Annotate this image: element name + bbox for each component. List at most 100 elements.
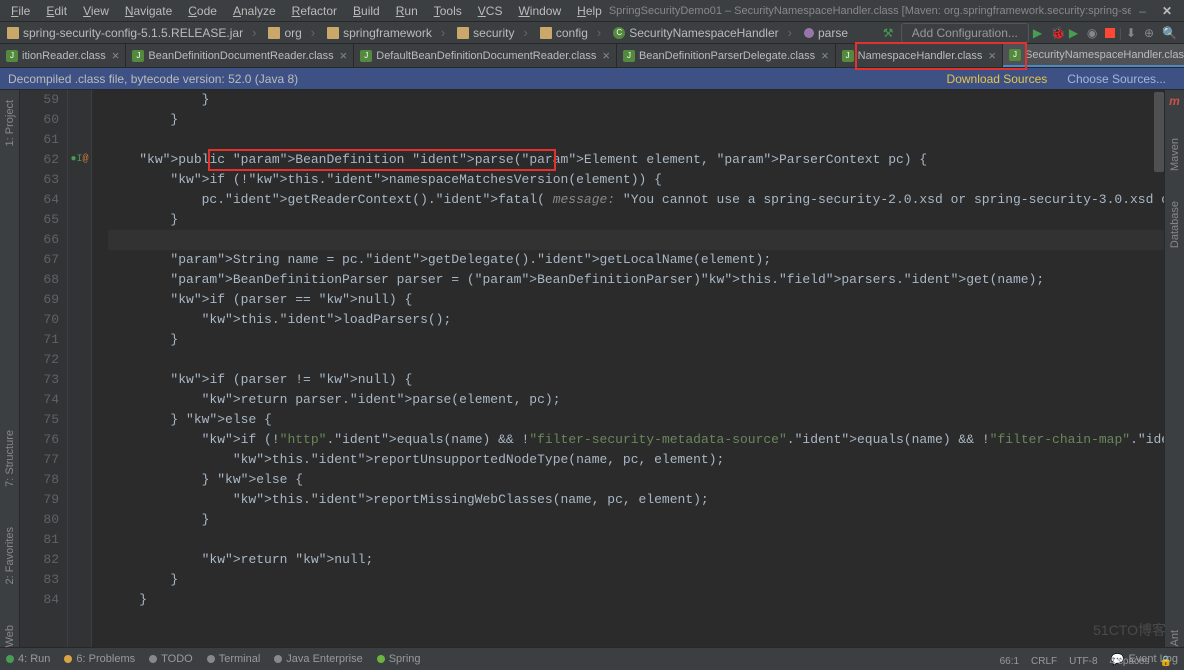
tab-beandefinitionparserdelegate-class[interactable]: JBeanDefinitionParserDelegate.class× (617, 44, 836, 67)
code-content[interactable]: } } "kw">public "param">BeanDefinition "… (92, 90, 1164, 647)
ant-tool-button[interactable]: Ant (1169, 630, 1181, 647)
code-line[interactable]: "kw">if (!"kw">this."ident">namespaceMat… (108, 170, 1164, 190)
menu-code[interactable]: Code (181, 2, 224, 20)
override-icon[interactable]: @ (83, 150, 89, 170)
code-line[interactable]: } (108, 90, 1164, 110)
profile-icon[interactable]: ◉ (1087, 26, 1101, 40)
tab-close-icon[interactable]: × (600, 48, 610, 63)
select-target-icon[interactable]: ⊕ (1144, 26, 1158, 40)
menu-file[interactable]: File (4, 2, 37, 20)
crumb-security[interactable]: security (452, 23, 535, 42)
code-line[interactable]: } (108, 210, 1164, 230)
menu-tools[interactable]: Tools (427, 2, 469, 20)
folder-icon (268, 27, 280, 39)
code-line[interactable]: "kw">return "kw">null; (108, 550, 1164, 570)
tool-window-6-problems[interactable]: 6: Problems (64, 653, 135, 665)
coverage-icon[interactable]: ▶ (1069, 26, 1083, 40)
tab-namespacehandler-class[interactable]: JNamespaceHandler.class× (836, 44, 1003, 67)
menu-navigate[interactable]: Navigate (118, 2, 179, 20)
database-tool-button[interactable]: Database (1169, 201, 1181, 248)
tab-close-icon[interactable]: × (338, 48, 348, 63)
menu-run[interactable]: Run (389, 2, 425, 20)
gutter-marker (68, 290, 91, 310)
tool-window-todo[interactable]: TODO (149, 653, 193, 665)
crumb-config[interactable]: config (535, 23, 608, 42)
event-log-button[interactable]: 💬 Event Log (1111, 653, 1178, 666)
tool-window-java-enterprise[interactable]: Java Enterprise (274, 653, 362, 665)
hammer-icon[interactable]: ⚒ (883, 26, 897, 40)
code-line[interactable]: } (108, 330, 1164, 350)
class-icon: C (613, 27, 625, 39)
implements-icon[interactable]: ●I (70, 150, 82, 170)
menu-build[interactable]: Build (346, 2, 387, 20)
code-line[interactable]: "kw">if (parser != "kw">null) { (108, 370, 1164, 390)
code-line[interactable]: } (108, 510, 1164, 530)
code-line[interactable]: pc."ident">getReaderContext()."ident">fa… (108, 190, 1164, 210)
code-line[interactable]: "kw">this."ident">reportMissingWebClasse… (108, 490, 1164, 510)
search-icon[interactable]: 🔍 (1162, 26, 1176, 40)
menu-edit[interactable]: Edit (39, 2, 74, 20)
tab-close-icon[interactable]: × (819, 48, 829, 63)
code-line[interactable] (108, 230, 1164, 250)
breadcrumb: spring-security-config-5.1.5.RELEASE.jar… (2, 23, 883, 42)
line-number: 60 (20, 110, 59, 130)
code-line[interactable] (108, 130, 1164, 150)
editor-scrollbar-thumb[interactable] (1154, 92, 1164, 172)
tab-defaultbeandefinitiondocumentreader-class[interactable]: JDefaultBeanDefinitionDocumentReader.cla… (354, 44, 617, 67)
code-line[interactable]: } "kw">else { (108, 410, 1164, 430)
code-line[interactable]: "kw">if (!"http"."ident">equals(name) &&… (108, 430, 1164, 450)
menu-window[interactable]: Window (511, 2, 568, 20)
code-line[interactable]: } (108, 590, 1164, 610)
tab-close-icon[interactable]: × (986, 48, 996, 63)
menu-analyze[interactable]: Analyze (226, 2, 283, 20)
project-tool-button[interactable]: 1: Project (4, 100, 16, 146)
code-line[interactable]: "kw">public "param">BeanDefinition "iden… (108, 150, 1164, 170)
download-sources-link[interactable]: Download Sources (937, 72, 1058, 86)
crumb-org[interactable]: org (263, 23, 322, 42)
run-icon[interactable]: ▶ (1033, 26, 1047, 40)
code-editor[interactable]: 5960616263646566676869707172737475767778… (20, 90, 1164, 647)
tab-securitynamespacehandler-class[interactable]: JSecurityNamespaceHandler.class× (1003, 44, 1184, 67)
code-line[interactable]: "kw">this."ident">loadParsers(); (108, 310, 1164, 330)
run-configuration-button[interactable]: Add Configuration... (901, 23, 1029, 43)
crumb-springframework[interactable]: springframework (322, 23, 452, 42)
minimize-icon[interactable]: – (1131, 4, 1154, 18)
favorites-tool-button[interactable]: 2: Favorites (4, 527, 16, 584)
choose-sources-link[interactable]: Choose Sources... (1057, 72, 1176, 86)
encoding[interactable]: UTF-8 (1063, 656, 1103, 667)
vcs-icon[interactable]: ⬇ (1126, 26, 1140, 40)
code-line[interactable] (108, 530, 1164, 550)
line-number: 62 (20, 150, 59, 170)
maven-icon[interactable]: m (1169, 94, 1180, 108)
line-separator[interactable]: CRLF (1025, 656, 1063, 667)
structure-tool-button[interactable]: 7: Structure (4, 430, 16, 487)
menu-refactor[interactable]: Refactor (285, 2, 344, 20)
debug-icon[interactable]: 🐞 (1051, 26, 1065, 40)
close-window-icon[interactable]: ✕ (1154, 4, 1180, 18)
menu-view[interactable]: View (76, 2, 116, 20)
crumb-spring-security-config-5-1-5-release-jar[interactable]: spring-security-config-5.1.5.RELEASE.jar (2, 23, 263, 42)
maven-tool-button[interactable]: Maven (1169, 138, 1181, 171)
tool-window-spring[interactable]: Spring (377, 653, 421, 665)
code-line[interactable]: "param">BeanDefinitionParser parser = ("… (108, 270, 1164, 290)
crumb-securitynamespacehandler[interactable]: CSecurityNamespaceHandler (608, 23, 799, 42)
stop-icon[interactable] (1105, 28, 1115, 38)
tool-window-label: 4: Run (18, 653, 50, 665)
code-line[interactable] (108, 350, 1164, 370)
tool-window-terminal[interactable]: Terminal (207, 653, 261, 665)
code-line[interactable]: "param">String name = pc."ident">getDele… (108, 250, 1164, 270)
code-line[interactable]: } "kw">else { (108, 470, 1164, 490)
code-line[interactable]: "kw">return parser."ident">parse(element… (108, 390, 1164, 410)
tool-window-4-run[interactable]: 4: Run (6, 653, 50, 665)
code-line[interactable]: } (108, 570, 1164, 590)
code-line[interactable]: "kw">if (parser == "kw">null) { (108, 290, 1164, 310)
tab-beandefinitiondocumentreader-class[interactable]: JBeanDefinitionDocumentReader.class× (126, 44, 354, 67)
code-line[interactable]: "kw">this."ident">reportUnsupportedNodeT… (108, 450, 1164, 470)
crumb-parse[interactable]: parse (799, 24, 864, 42)
tab-itionreader-class[interactable]: JitionReader.class× (0, 44, 126, 67)
web-tool-button[interactable]: Web (4, 625, 16, 647)
tab-close-icon[interactable]: × (110, 48, 120, 63)
menu-help[interactable]: Help (570, 2, 609, 20)
menu-vcs[interactable]: VCS (471, 2, 510, 20)
code-line[interactable]: } (108, 110, 1164, 130)
